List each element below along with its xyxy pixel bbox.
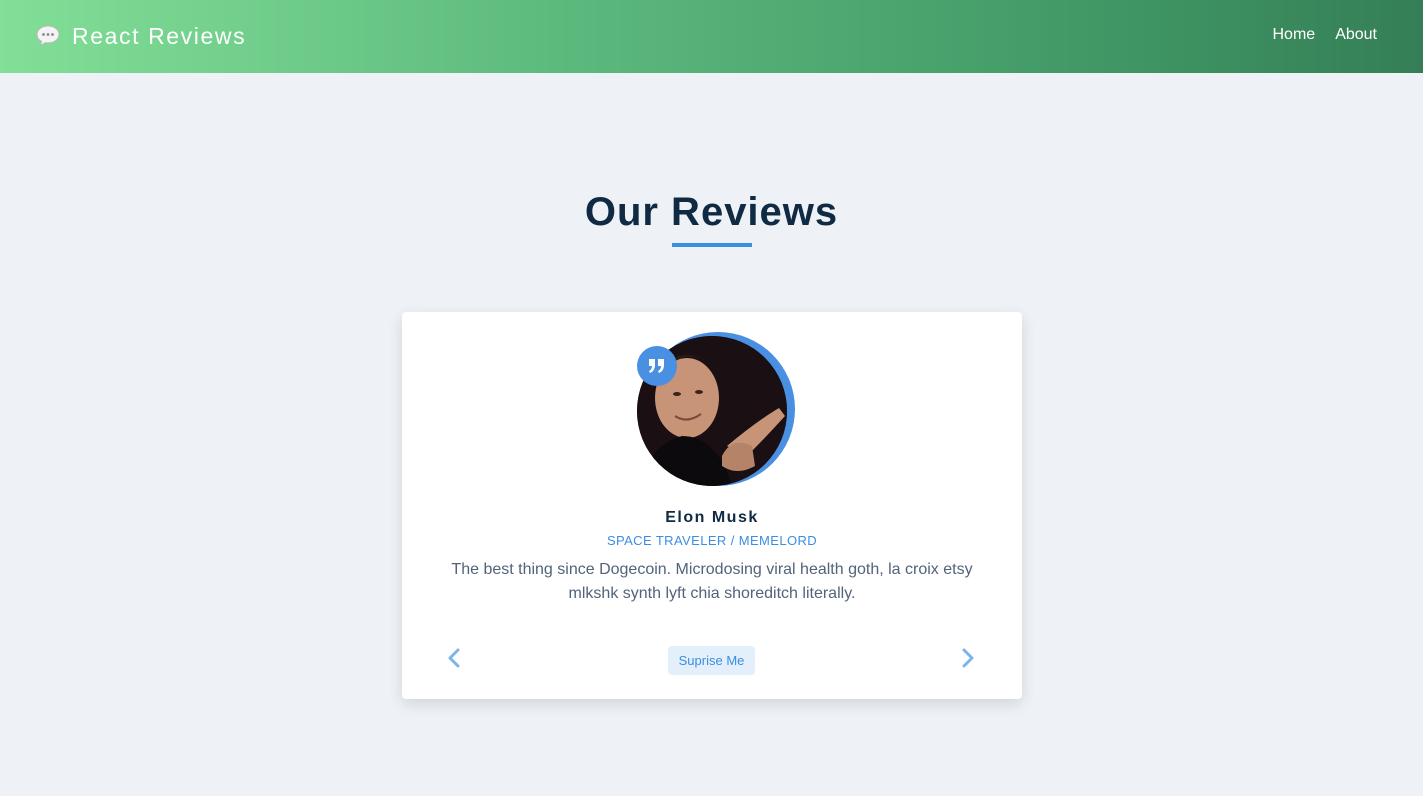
quote-icon [637,346,677,386]
chevron-right-icon [962,648,974,668]
page-title: Our Reviews [584,190,839,234]
review-text: The best thing since Dogecoin. Microdosi… [451,561,973,602]
review-job: SPACE TRAVELER / MEMELORD [606,533,818,548]
nav-link-about[interactable]: About [1335,26,1377,44]
speech-bubble-icon [36,25,60,47]
nav-link-home[interactable]: Home [1273,26,1316,44]
review-author: Elon Musk [665,509,759,526]
review-card: Elon Musk SPACE TRAVELER / MEMELORD The … [402,312,1022,699]
nav-links: Home About [1273,26,1378,44]
brand-title: React Reviews [72,22,247,49]
surprise-me-button[interactable]: Suprise Me [668,646,755,675]
title-underline [672,243,752,247]
chevron-left-icon [448,648,460,668]
prev-button[interactable] [442,646,466,670]
next-button[interactable] [956,646,980,670]
brand[interactable]: React Reviews [36,20,246,52]
navbar: React Reviews Home About [0,0,1423,73]
